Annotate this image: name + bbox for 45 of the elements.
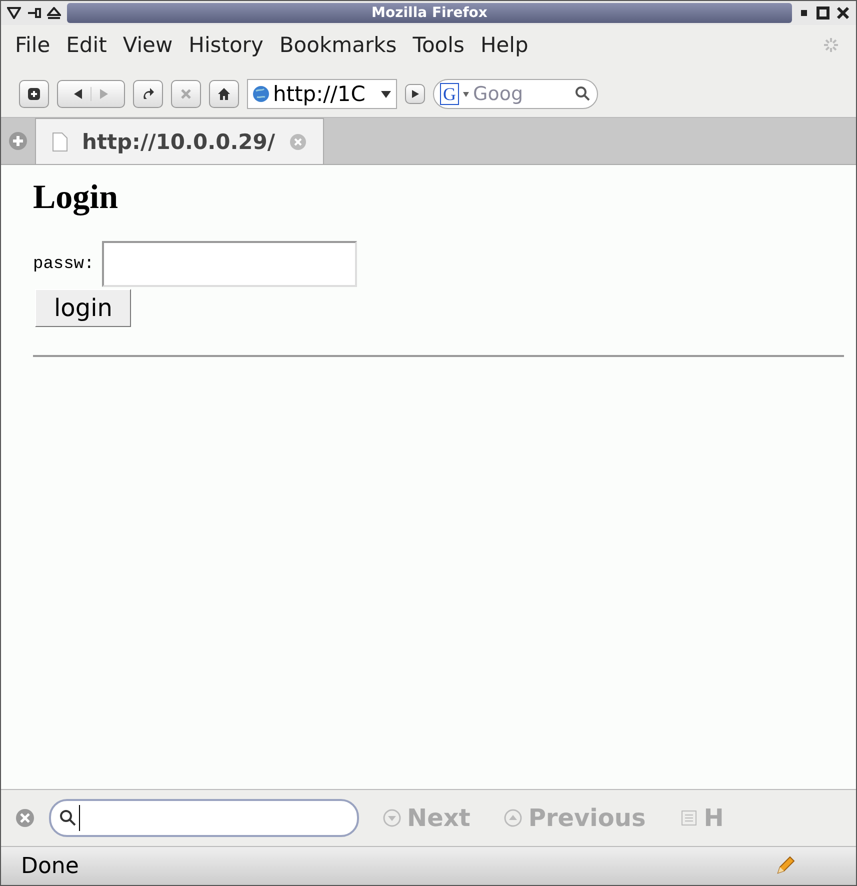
new-tab-button[interactable]	[19, 80, 49, 108]
password-field[interactable]	[102, 241, 358, 287]
shade-icon[interactable]	[47, 7, 61, 19]
menu-item[interactable]: Edit	[58, 33, 115, 57]
login-button[interactable]: login	[35, 289, 132, 327]
search-icon[interactable]	[575, 86, 591, 102]
status-text: Done	[21, 854, 79, 878]
back-forward-button[interactable]	[57, 80, 125, 108]
page-heading: Login	[33, 179, 120, 217]
throbber-icon	[822, 36, 840, 54]
menu-item[interactable]: File	[7, 33, 58, 57]
home-icon	[217, 87, 231, 101]
search-icon	[59, 809, 77, 827]
menu-item[interactable]: Help	[472, 33, 536, 57]
menu-item[interactable]: View	[114, 33, 181, 57]
minimize-icon[interactable]	[798, 7, 810, 19]
reload-button[interactable]	[133, 80, 163, 108]
play-icon	[410, 89, 420, 99]
find-field[interactable]	[49, 799, 359, 837]
engine-icon[interactable]: G	[440, 83, 459, 105]
close-icon[interactable]	[836, 6, 850, 20]
browser-tab[interactable]: http://10.0.0.29/	[35, 118, 324, 164]
stop-button[interactable]	[171, 80, 201, 108]
list-icon	[680, 809, 698, 827]
page-icon	[52, 132, 68, 152]
add-tab-icon[interactable]	[8, 131, 28, 151]
go-button[interactable]	[405, 84, 425, 104]
menu-item[interactable]: History	[180, 33, 272, 57]
cross-icon	[179, 87, 193, 101]
search-field[interactable]: G Goog	[433, 79, 598, 109]
pencil-icon	[774, 855, 796, 877]
globe-icon	[252, 85, 270, 103]
window-title: Mozilla Firefox	[67, 3, 792, 23]
field-label: passw:	[33, 254, 94, 274]
pin-icon[interactable]	[27, 7, 41, 19]
maximize-icon[interactable]	[816, 6, 830, 20]
plus-icon	[27, 87, 41, 101]
dropdown-icon[interactable]	[380, 89, 392, 99]
dropdown-icon[interactable]	[462, 90, 470, 98]
reload-icon	[141, 87, 155, 101]
url-field[interactable]: http://1C	[247, 79, 397, 109]
menu-item[interactable]: Bookmarks	[271, 33, 405, 57]
menu-item[interactable]: Tools	[404, 33, 472, 57]
home-button[interactable]	[209, 80, 239, 108]
menu-arrow-icon[interactable]	[7, 7, 21, 19]
